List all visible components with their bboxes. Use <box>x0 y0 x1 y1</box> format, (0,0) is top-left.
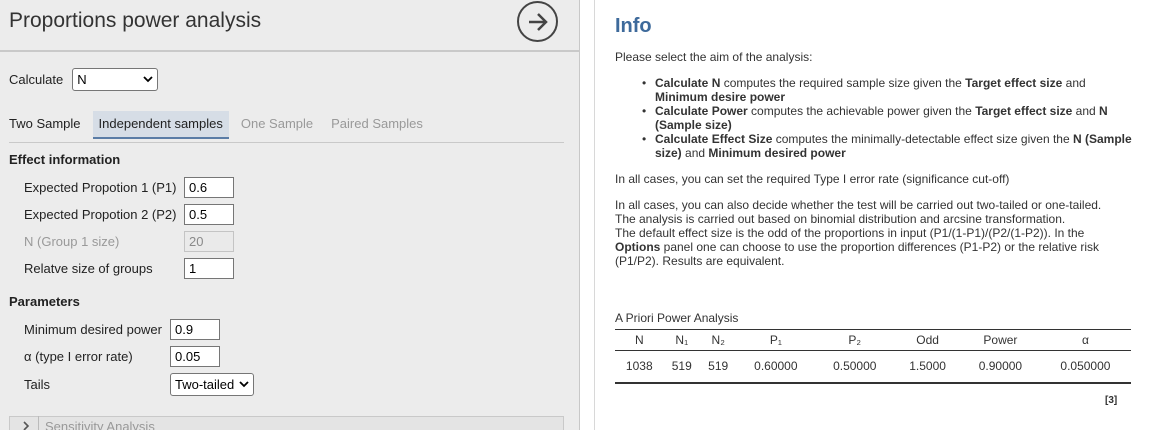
table-title: A Priori Power Analysis <box>615 311 739 325</box>
bullet-bold: Minimum desired power <box>708 146 846 160</box>
col-header: Odd <box>894 329 961 351</box>
chevron-right-icon <box>23 421 30 430</box>
table-cell: 0.90000 <box>960 350 1040 384</box>
chevron-down-icon <box>143 76 153 83</box>
p1-label: Expected Propotion 1 (P1) <box>24 180 177 195</box>
tab-one-sample[interactable]: One Sample <box>235 111 319 139</box>
para-line: The analysis is carried out based on bin… <box>615 212 1066 226</box>
tab-two-sample[interactable]: Two Sample <box>9 111 87 139</box>
para-line: Options panel one can choose to use the … <box>615 240 1135 254</box>
n-group1-field: N (Group 1 size) 20 <box>24 231 234 252</box>
table-footnote: [3] <box>1105 395 1118 406</box>
para-line: In all cases, you can also decide whethe… <box>615 198 1102 212</box>
alpha-field: α (type I error rate) 0.05 <box>24 346 220 367</box>
sensitivity-analysis-panel[interactable]: Sensitivity Analysis <box>9 416 564 430</box>
tab-paired-samples[interactable]: Paired Samples <box>325 111 429 139</box>
bullet-bold: Calculate N <box>655 76 721 90</box>
aim-list: Calculate N computes the required sample… <box>642 76 1135 160</box>
tab-independent-samples[interactable]: Independent samples <box>92 111 229 139</box>
p2-label: Expected Propotion 2 (P2) <box>24 207 177 222</box>
page-title: Proportions power analysis <box>9 9 262 32</box>
bullet-text: and <box>1072 104 1100 118</box>
sample-tabs: Two Sample Independent samples One Sampl… <box>9 111 564 143</box>
chevron-down-icon <box>239 381 249 388</box>
col-header: P₁ <box>736 329 816 351</box>
divider <box>38 416 39 430</box>
col-header: α <box>1039 329 1131 351</box>
power-label: Minimum desired power <box>24 322 162 337</box>
bullet-text: and <box>1062 76 1086 90</box>
col-header: P₂ <box>815 329 895 351</box>
table-cell: 1.5000 <box>894 350 961 384</box>
tails-field: Tails Two-tailed <box>24 373 254 396</box>
bullet-bold: Minimum desire power <box>655 90 786 104</box>
bullet-bold: Calculate Effect Size <box>655 132 773 146</box>
bullet-text: computes the required sample size given … <box>720 76 966 90</box>
table-row: 1038 519 519 0.60000 0.50000 1.5000 0.90… <box>615 350 1131 384</box>
calculate-row: Calculate N <box>9 68 159 91</box>
list-item: Calculate N computes the required sample… <box>642 76 1135 104</box>
go-arrow-button[interactable] <box>517 1 558 42</box>
relative-size-field: Relatve size of groups 1 <box>24 258 234 279</box>
para-line: The default effect size is the odd of th… <box>615 226 1085 240</box>
table-cell: 519 <box>663 350 700 384</box>
p2-input[interactable]: 0.5 <box>184 204 234 225</box>
power-analysis-table: N N₁ N₂ P₁ P₂ Odd Power α 1038 519 519 0… <box>615 329 1131 384</box>
alpha-label: α (type I error rate) <box>24 349 133 364</box>
calculate-label: Calculate <box>9 72 64 87</box>
title-bar: Proportions power analysis <box>0 0 579 52</box>
p1-input[interactable]: 0.6 <box>184 177 234 198</box>
results-panel: Info Please select the aim of the analys… <box>594 0 1150 430</box>
list-item: Calculate Power computes the achievable … <box>642 104 1135 132</box>
power-field: Minimum desired power 0.9 <box>24 319 220 340</box>
relative-size-input[interactable]: 1 <box>184 258 234 279</box>
list-item: Calculate Effect Size computes the minim… <box>642 132 1135 160</box>
bullet-text: computes the minimally-detectable effect… <box>772 132 1073 146</box>
bullet-text: and <box>681 146 709 160</box>
info-para-1: In all cases, you can set the required T… <box>615 172 1010 186</box>
options-bold: Options <box>615 240 661 254</box>
table-cell: 0.050000 <box>1039 350 1131 384</box>
table-cell: 519 <box>699 350 737 384</box>
tails-label: Tails <box>24 377 51 392</box>
table-cell: 0.60000 <box>736 350 816 384</box>
table-header-row: N N₁ N₂ P₁ P₂ Odd Power α <box>615 329 1131 351</box>
sensitivity-label: Sensitivity Analysis <box>45 418 155 430</box>
col-header: N <box>615 329 664 351</box>
power-input[interactable]: 0.9 <box>170 319 220 340</box>
info-intro: Please select the aim of the analysis: <box>615 50 813 64</box>
n-group1-label: N (Group 1 size) <box>24 234 120 249</box>
col-header: N₂ <box>699 329 737 351</box>
relative-size-label: Relatve size of groups <box>24 261 153 276</box>
options-panel: Proportions power analysis Calculate N T… <box>0 0 580 430</box>
arrow-right-circle-icon <box>528 12 548 31</box>
para-text: panel one can choose to use the proporti… <box>660 240 1100 254</box>
alpha-input[interactable]: 0.05 <box>170 346 220 367</box>
tails-select[interactable]: Two-tailed <box>170 373 254 396</box>
info-para-2: In all cases, you can also decide whethe… <box>615 198 1135 268</box>
bullet-bold: Calculate Power <box>655 104 748 118</box>
calculate-value: N <box>77 72 87 87</box>
calculate-select[interactable]: N <box>72 68 159 91</box>
para-line: (P1/P2). Results are equivalent. <box>615 254 785 268</box>
bullet-bold: Target effect size <box>965 76 1063 90</box>
bullet-bold: Target effect size <box>975 104 1073 118</box>
n-group1-input: 20 <box>184 231 234 252</box>
effect-heading: Effect information <box>9 152 121 167</box>
info-heading: Info <box>615 15 652 37</box>
p2-field: Expected Propotion 2 (P2) 0.5 <box>24 204 234 225</box>
parameters-heading: Parameters <box>9 294 80 309</box>
tails-value: Two-tailed <box>175 377 235 392</box>
table-cell: 1038 <box>615 350 664 384</box>
table-cell: 0.50000 <box>815 350 895 384</box>
col-header: Power <box>960 329 1040 351</box>
p1-field: Expected Propotion 1 (P1) 0.6 <box>24 177 234 198</box>
col-header: N₁ <box>663 329 700 351</box>
bullet-text: computes the achievable power given the <box>747 104 976 118</box>
